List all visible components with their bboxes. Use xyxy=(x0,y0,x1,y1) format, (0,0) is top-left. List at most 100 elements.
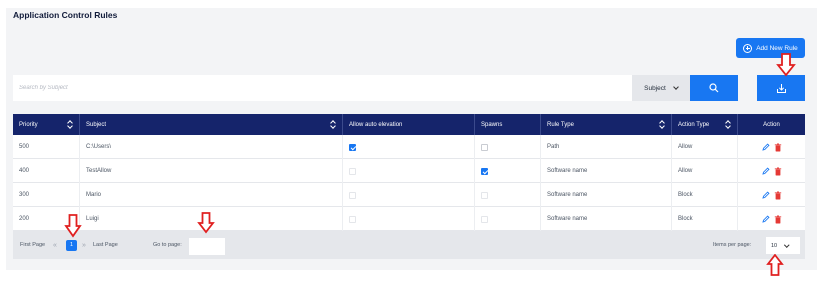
first-page-link[interactable]: First Page xyxy=(20,242,45,248)
column-label: Priority xyxy=(19,121,38,128)
delete-icon[interactable] xyxy=(774,167,782,176)
cell-priority: 500 xyxy=(13,135,80,159)
cell-subject: TestAllow xyxy=(80,159,343,183)
chevron-down-icon xyxy=(673,84,679,90)
cell-subject-text: Luigi xyxy=(86,216,99,222)
cell-action-type-text: Allow xyxy=(678,144,693,150)
spawns-checkbox[interactable] xyxy=(481,167,488,175)
edit-icon[interactable] xyxy=(761,215,770,223)
add-new-rule-label: Add New Rule xyxy=(756,44,798,52)
cell-rule-type: Software name xyxy=(541,183,672,207)
column-header-subject[interactable]: Subject xyxy=(80,114,343,135)
items-per-page-select[interactable]: 10 xyxy=(766,237,800,254)
cell-action-type-text: Block xyxy=(678,192,693,198)
cell-rule-type-text: Software name xyxy=(547,216,588,222)
last-page-link[interactable]: Last Page xyxy=(93,242,118,248)
export-button[interactable] xyxy=(757,75,805,101)
annotation-arrow-export xyxy=(776,53,796,77)
edit-icon[interactable] xyxy=(761,167,770,175)
table-row: 400 TestAllow Software name Allow xyxy=(13,159,805,183)
cell-subject-text: C:\Users\ xyxy=(86,144,112,150)
cell-action-type-text: Allow xyxy=(678,168,693,174)
spawns-checkbox[interactable] xyxy=(481,215,488,223)
cell-rule-type-text: Software name xyxy=(547,192,588,198)
column-header-allow-auto-elevation: Allow auto elevation xyxy=(343,114,475,135)
edit-icon[interactable] xyxy=(761,143,770,151)
download-icon xyxy=(776,83,786,93)
cell-action-type: Block xyxy=(672,183,738,207)
sort-icon xyxy=(659,120,665,129)
items-per-page-label: Items per page: xyxy=(713,242,752,248)
column-header-priority[interactable]: Priority xyxy=(13,114,80,135)
column-label: Action xyxy=(763,121,780,128)
column-header-rule-type[interactable]: Rule Type xyxy=(541,114,672,135)
cell-actions xyxy=(738,135,805,159)
column-header-spawns: Spawns xyxy=(475,114,541,135)
cell-actions xyxy=(738,183,805,207)
cell-action-type-text: Block xyxy=(678,216,693,222)
subject-filter-value: Subject xyxy=(644,84,666,92)
allow-auto-elevation-checkbox[interactable] xyxy=(349,215,356,223)
cell-priority: 400 xyxy=(13,159,80,183)
cell-subject-text: TestAllow xyxy=(86,168,112,174)
cell-rule-type-text: Path xyxy=(547,144,560,150)
go-to-page-label: Go to page: xyxy=(153,242,182,248)
column-label: Subject xyxy=(86,121,107,128)
column-label: Allow auto elevation xyxy=(349,121,403,128)
search-icon xyxy=(709,83,719,93)
annotation-arrow-goto xyxy=(197,212,215,234)
cell-action-type: Allow xyxy=(672,159,738,183)
cell-rule-type: Software name xyxy=(541,207,672,231)
allow-auto-elevation-checkbox[interactable] xyxy=(349,167,356,175)
cell-actions xyxy=(738,207,805,231)
annotation-arrow-page xyxy=(64,214,82,238)
table-header: Priority Subject Allow auto elevation Sp… xyxy=(13,114,805,135)
delete-icon[interactable] xyxy=(774,215,782,224)
sort-icon xyxy=(67,120,73,129)
column-label: Spawns xyxy=(481,121,503,128)
column-label: Action Type xyxy=(678,121,710,128)
cell-subject-text: Mario xyxy=(86,192,102,198)
subject-filter-select[interactable]: Subject xyxy=(632,75,690,101)
plus-circle-icon xyxy=(743,43,753,53)
edit-icon[interactable] xyxy=(761,191,770,199)
column-header-action-type[interactable]: Action Type xyxy=(672,114,738,135)
cell-action-type: Allow xyxy=(672,135,738,159)
cell-action-type: Block xyxy=(672,207,738,231)
cell-allow-auto-elevation xyxy=(343,207,475,231)
table-row: 300 Mario Software name Block xyxy=(13,183,805,207)
sort-icon xyxy=(330,120,336,129)
column-label: Rule Type xyxy=(547,121,574,128)
delete-icon[interactable] xyxy=(774,191,782,200)
previous-page-icon[interactable]: « xyxy=(53,242,57,249)
cell-allow-auto-elevation xyxy=(343,183,475,207)
spawns-checkbox[interactable] xyxy=(481,143,488,151)
delete-icon[interactable] xyxy=(774,143,782,152)
cell-rule-type: Software name xyxy=(541,159,672,183)
cell-actions xyxy=(738,159,805,183)
search-button[interactable] xyxy=(690,75,738,101)
cell-rule-type: Path xyxy=(541,135,672,159)
column-header-action: Action xyxy=(738,114,805,135)
page-title: Application Control Rules xyxy=(13,10,118,20)
sort-icon xyxy=(725,120,731,129)
current-page-button[interactable]: 1 xyxy=(66,239,77,251)
cell-priority-text: 500 xyxy=(19,144,30,150)
allow-auto-elevation-checkbox[interactable] xyxy=(349,143,356,151)
next-page-icon[interactable]: » xyxy=(82,242,86,249)
chevron-down-icon xyxy=(784,242,790,247)
search-input[interactable] xyxy=(13,75,632,101)
cell-priority-text: 300 xyxy=(19,192,30,198)
spawns-checkbox[interactable] xyxy=(481,191,488,199)
cell-priority-text: 200 xyxy=(19,216,30,222)
table-row: 500 C:\Users\ Path Allow xyxy=(13,135,805,159)
cell-priority: 300 xyxy=(13,183,80,207)
rules-table: Priority Subject Allow auto elevation Sp… xyxy=(13,114,805,259)
annotation-arrow-items-per-page xyxy=(766,254,784,276)
go-to-page-input[interactable] xyxy=(189,238,225,255)
cell-priority-text: 400 xyxy=(19,168,30,174)
cell-spawns xyxy=(475,207,541,231)
cell-subject: Mario xyxy=(80,183,343,207)
allow-auto-elevation-checkbox[interactable] xyxy=(349,191,356,199)
items-per-page-value: 10 xyxy=(771,242,778,249)
